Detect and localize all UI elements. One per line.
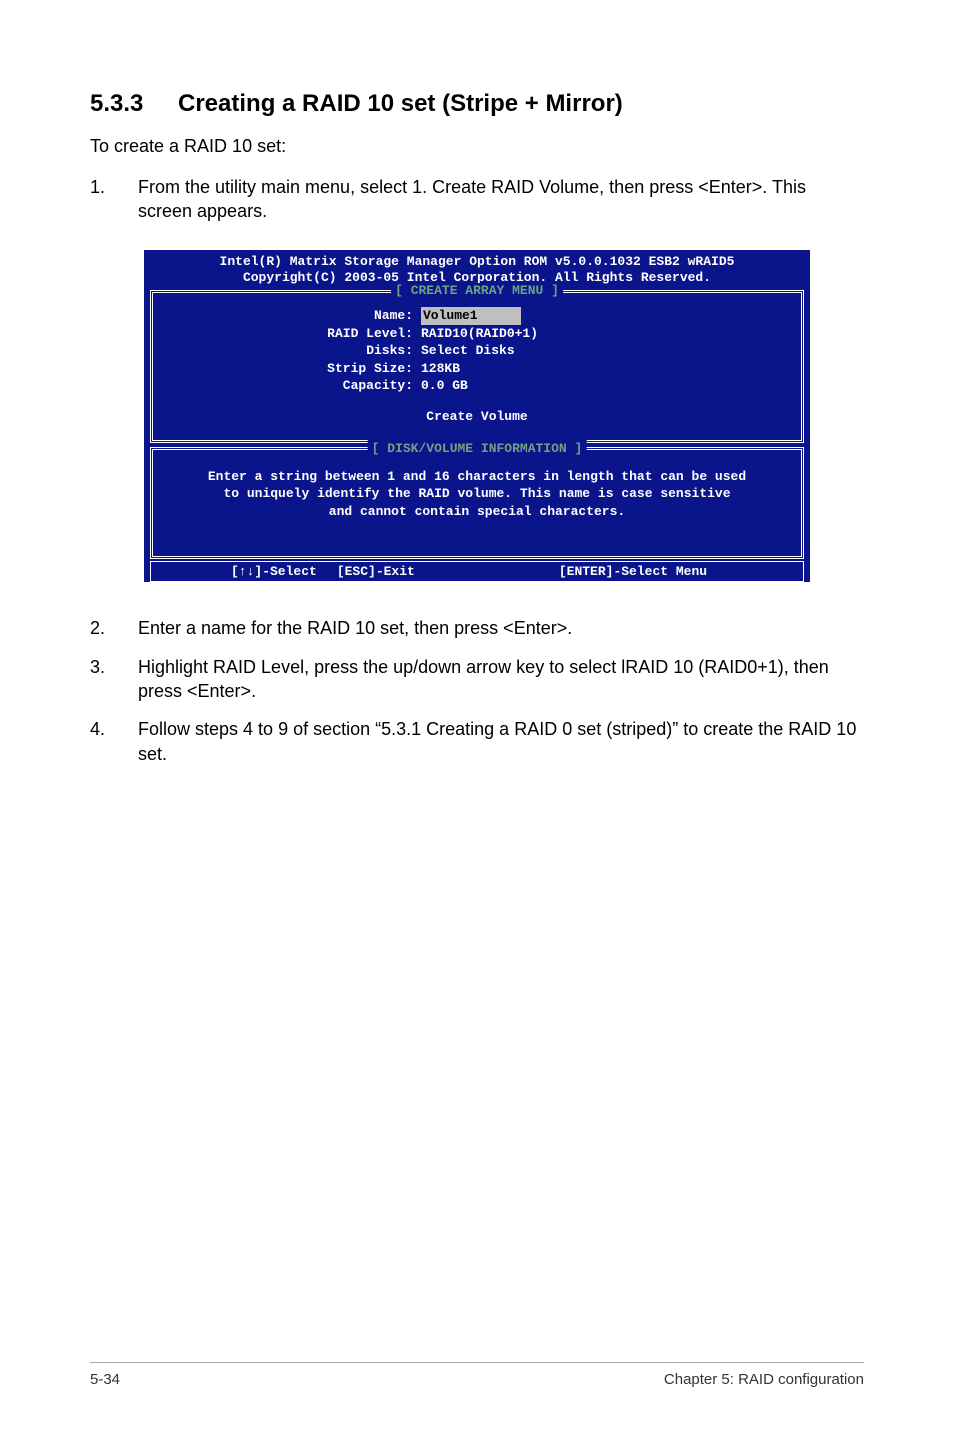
list-number: 1. [90,175,138,224]
info-text-line: and cannot contain special characters. [163,503,791,521]
field-label: RAID Level: [161,325,421,343]
list-text: Highlight RAID Level, press the up/down … [138,655,864,704]
ordered-list: 2. Enter a name for the RAID 10 set, the… [90,616,864,765]
form-row-raid-level: RAID Level: RAID10(RAID0+1) [161,325,793,343]
section-number: 5.3.3 [90,90,178,118]
field-value[interactable]: 128KB [421,360,460,378]
list-number: 3. [90,655,138,704]
list-text: From the utility main menu, select 1. Cr… [138,175,864,224]
field-value[interactable]: 0.0 GB [421,377,468,395]
list-item: 1. From the utility main menu, select 1.… [90,175,864,224]
page-footer: 5-34 Chapter 5: RAID configuration [90,1362,864,1388]
list-item: 2. Enter a name for the RAID 10 set, the… [90,616,864,640]
footer-key-esc: [ESC]-Exit [317,564,415,579]
field-label: Capacity: [161,377,421,395]
info-text-line: Enter a string between 1 and 16 characte… [163,468,791,486]
panel-title: [ CREATE ARRAY MENU ] [391,283,563,298]
info-text-line: to uniquely identify the RAID volume. Th… [163,485,791,503]
list-text: Follow steps 4 to 9 of section “5.3.1 Cr… [138,717,864,766]
bios-screenshot: Intel(R) Matrix Storage Manager Option R… [144,250,810,583]
form-block: Name: Volume1 RAID Level: RAID10(RAID0+1… [161,307,793,395]
list-number: 2. [90,616,138,640]
bios-info-panel: [ DISK/VOLUME INFORMATION ] Enter a stri… [150,447,804,560]
footer-key-enter: [ENTER]-Select Menu [415,564,795,579]
intro-text: To create a RAID 10 set: [90,136,864,157]
list-number: 4. [90,717,138,766]
field-label: Name: [161,307,421,325]
field-value[interactable]: Select Disks [421,342,515,360]
section-heading: 5.3.3Creating a RAID 10 set (Stripe + Mi… [90,90,864,118]
field-label: Strip Size: [161,360,421,378]
section-title: Creating a RAID 10 set (Stripe + Mirror) [178,90,623,117]
field-label: Disks: [161,342,421,360]
panel-title: [ DISK/VOLUME INFORMATION ] [368,440,587,458]
create-volume-action[interactable]: Create Volume [161,409,793,424]
footer-key-select: [↑↓]-Select [159,564,317,579]
form-row-disks: Disks: Select Disks [161,342,793,360]
list-text: Enter a name for the RAID 10 set, then p… [138,616,864,640]
bios-header-line: Intel(R) Matrix Storage Manager Option R… [150,254,804,270]
bios-create-array-panel: [ CREATE ARRAY MENU ] Name: Volume1 RAID… [150,290,804,443]
form-row-strip-size: Strip Size: 128KB [161,360,793,378]
field-value[interactable]: RAID10(RAID0+1) [421,325,538,343]
form-row-name: Name: Volume1 [161,307,793,325]
name-input[interactable]: Volume1 [421,307,521,325]
list-item: 3. Highlight RAID Level, press the up/do… [90,655,864,704]
page-number: 5-34 [90,1371,120,1388]
ordered-list: 1. From the utility main menu, select 1.… [90,175,864,224]
list-item: 4. Follow steps 4 to 9 of section “5.3.1… [90,717,864,766]
form-row-capacity: Capacity: 0.0 GB [161,377,793,395]
bios-footer-bar: [↑↓]-Select [ESC]-Exit [ENTER]-Select Me… [150,561,804,582]
chapter-label: Chapter 5: RAID configuration [664,1371,864,1388]
